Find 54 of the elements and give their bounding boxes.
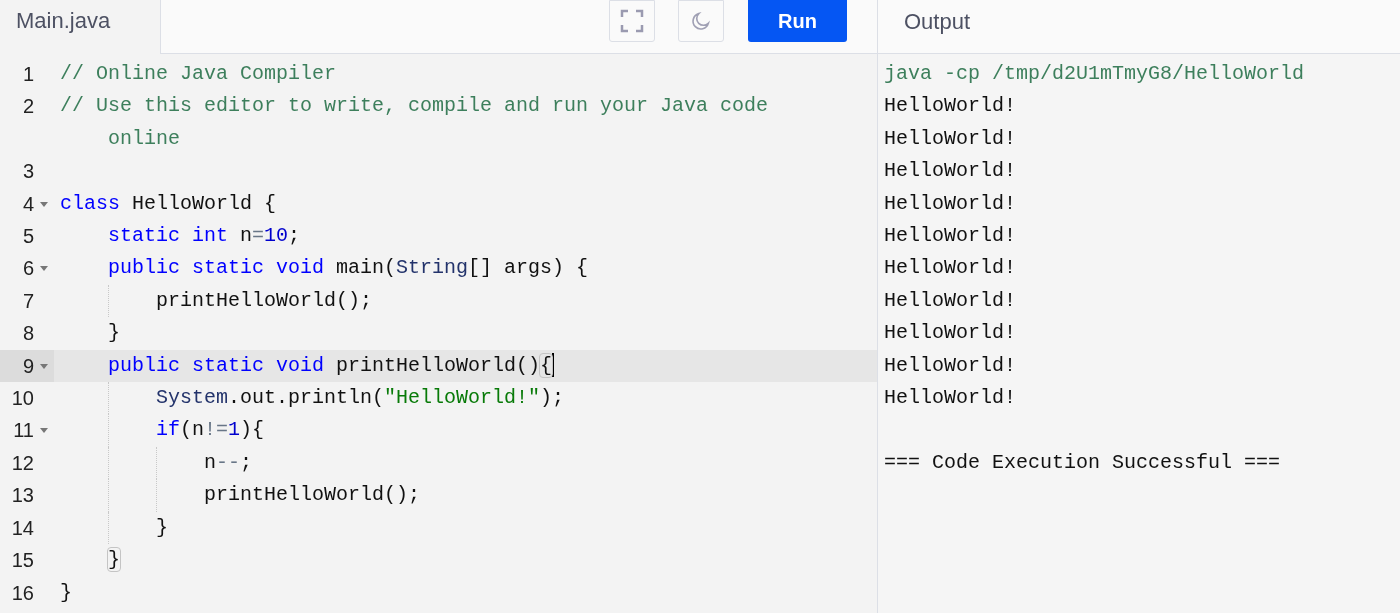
- line-number: 2: [21, 94, 34, 120]
- output-line: HelloWorld!: [884, 320, 1017, 347]
- command-line: java -cp /tmp/d2U1mTmyG8/HelloWorld: [884, 61, 1305, 87]
- code-line: // Use this editor to write, compile and run your Java code: [60, 93, 769, 120]
- line-number: 14: [10, 515, 34, 541]
- code-line: printHelloWorld();: [156, 287, 373, 314]
- code-line-wrap: online: [107, 125, 181, 152]
- code-line: }: [108, 547, 120, 574]
- output-line: HelloWorld!: [884, 352, 1017, 379]
- output-line: HelloWorld!: [884, 223, 1017, 250]
- output-line: HelloWorld!: [884, 158, 1017, 185]
- fold-caret-icon[interactable]: [40, 266, 48, 273]
- output-line: HelloWorld!: [884, 190, 1017, 217]
- code-line: }: [60, 579, 72, 606]
- code-line: n--;: [204, 449, 253, 476]
- output-tab[interactable]: Output: [904, 9, 971, 34]
- output-line: HelloWorld!: [884, 125, 1017, 152]
- line-number: 4: [21, 191, 34, 217]
- code-line: printHelloWorld();: [204, 482, 421, 509]
- output-line: HelloWorld!: [884, 93, 1017, 120]
- fullscreen-icon: [620, 9, 644, 33]
- code-line: }: [156, 514, 168, 541]
- output-line: === Code Execution Successful ===: [884, 449, 1281, 476]
- output-line: HelloWorld!: [884, 287, 1017, 314]
- code-line: }: [108, 320, 120, 347]
- fold-caret-icon[interactable]: [40, 428, 48, 435]
- line-number: 8: [21, 321, 34, 347]
- fullscreen-button[interactable]: [609, 0, 655, 42]
- output-line: HelloWorld!: [884, 385, 1017, 412]
- output-line: HelloWorld!: [884, 255, 1017, 282]
- code-line: public static void main(String[] args) {: [108, 255, 589, 282]
- code-line: if(n!=1){: [156, 417, 265, 444]
- moon-icon: [690, 10, 712, 32]
- code-line: // Online Java Compiler: [60, 61, 337, 87]
- line-number: 5: [21, 224, 34, 250]
- code-line: public static void printHelloWorld(){: [108, 352, 555, 380]
- code-line: static int n=10;: [108, 223, 301, 250]
- line-number: 13: [10, 483, 34, 509]
- line-number: 1: [21, 62, 34, 87]
- line-number: 3: [21, 159, 34, 185]
- line-number: 15: [10, 548, 34, 574]
- line-number: 7: [21, 288, 34, 314]
- line-number: 12: [10, 450, 34, 476]
- line-number: 11: [12, 418, 34, 444]
- line-number: 16: [10, 580, 34, 606]
- fold-caret-icon[interactable]: [40, 363, 48, 370]
- fold-caret-icon[interactable]: [40, 201, 48, 208]
- code-line: System.out.println("HelloWorld!");: [156, 385, 565, 412]
- dark-mode-button[interactable]: [678, 0, 724, 42]
- line-number: 6: [21, 256, 34, 282]
- line-number: 9: [21, 353, 34, 379]
- code-line: class HelloWorld {: [60, 190, 277, 217]
- run-button[interactable]: Run: [748, 0, 847, 42]
- line-number: 10: [10, 386, 34, 412]
